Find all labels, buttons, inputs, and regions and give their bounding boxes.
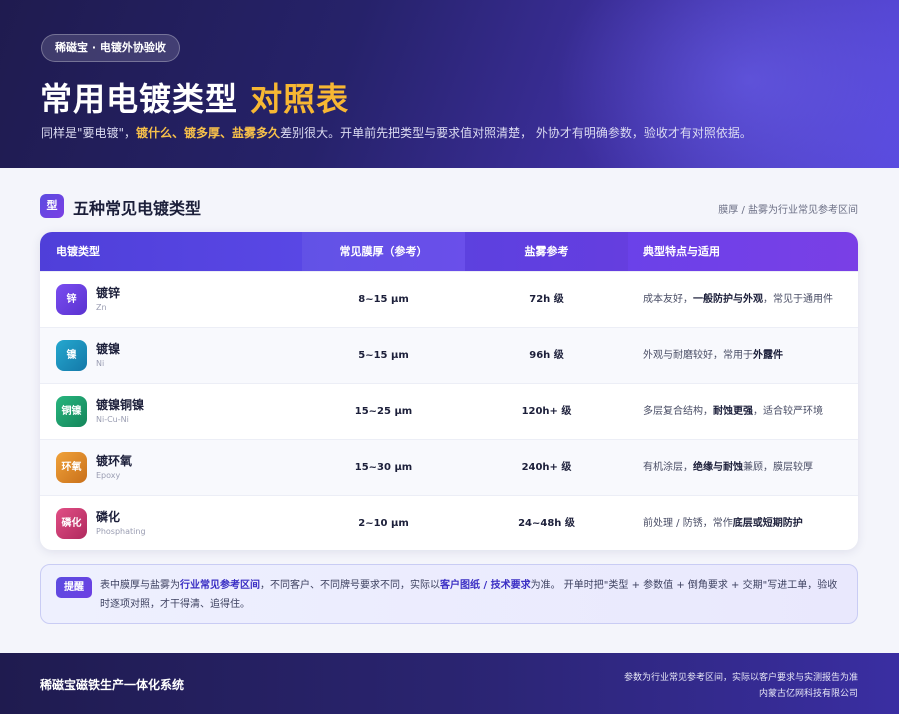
footer-system-name: 稀磁宝磁铁生产一体化系统 [40,678,185,692]
plating-table: 电镀类型 常见膜厚（参考） 盐雾参考 典型特点与适用 锌 镀锌 Zn 8~15 … [40,232,858,550]
thickness-value: 5~15 μm [358,350,409,361]
feature-text: 多层复合结构，耐蚀更强，适合较严环境 [643,406,823,417]
type-name: 镀镍 [96,342,121,356]
page-title: 常用电镀类型 对照表 [40,74,349,120]
table-row: 锌 镀锌 Zn 8~15 μm 72h 级 成本友好，一般防护与外观，常见于通用… [40,271,858,327]
type-name: 镀环氧 [96,454,133,468]
hero-glow [539,0,899,168]
type-badge: 铜镍 [56,396,87,427]
header-type: 电镀类型 [56,245,100,258]
header-features: 典型特点与适用 [643,245,720,258]
feature-text: 前处理 / 防锈，常作底层或短期防护 [643,518,803,529]
type-name: 磷化 [96,510,121,524]
thickness-value: 2~10 μm [358,518,409,529]
salt-spray-value: 24~48h 级 [518,518,575,529]
feature-text: 成本友好，一般防护与外观，常见于通用件 [643,294,833,305]
thickness-value: 15~30 μm [354,462,413,473]
footer: 稀磁宝磁铁生产一体化系统 参数为行业常见参考区间，实际以客户要求与实测报告为准 … [0,653,899,714]
thickness-value: 8~15 μm [358,294,409,305]
header-thickness: 常见膜厚（参考） [339,245,428,258]
subtitle-part-1: 同样是"要电镀"， [41,126,137,140]
type-code: Ni-Cu-Ni [96,415,129,424]
table-row: 铜镍 镀镍铜镍 Ni-Cu-Ni 15~25 μm 120h+ 级 多层复合结构… [40,383,858,439]
module-pill: 稀磁宝 · 电镀外协验收 [41,34,180,62]
page-title-accent: 对照表 [250,80,350,118]
salt-spray-value: 120h+ 级 [521,406,572,417]
header-salt-spray: 盐雾参考 [524,245,569,258]
type-badge: 锌 [56,284,87,315]
thickness-value: 15~25 μm [354,406,413,417]
table-header: 电镀类型 常见膜厚（参考） 盐雾参考 典型特点与适用 [40,232,858,271]
table-row: 镍 镀镍 Ni 5~15 μm 96h 级 外观与耐磨较好，常用于外露件 [40,327,858,383]
type-code: Phosphating [96,527,146,536]
type-badge: 环氧 [56,452,87,483]
section-note: 膜厚 / 盐雾为行业常见参考区间 [718,205,858,216]
notice-text: 表中膜厚与盐雾为行业常见参考区间，不同客户、不同牌号要求不同，实际以客户图纸 /… [100,580,838,610]
table-row: 环氧 镀环氧 Epoxy 15~30 μm 240h+ 级 有机涂层，绝缘与耐蚀… [40,439,858,495]
subtitle-part-2: 差别很大。开单前先把类型与要求值对照清楚， 外协才有明确参数，验收才有对照依据。 [280,126,752,140]
footer-disclaimer: 参数为行业常见参考区间，实际以客户要求与实测报告为准 [623,673,858,683]
subtitle-highlight: 镀什么、镀多厚、盐雾多久 [136,126,281,140]
type-code: Ni [96,359,105,368]
salt-spray-value: 72h 级 [529,294,564,305]
page-title-main: 常用电镀类型 [40,80,239,118]
footer-company: 内蒙古亿网科技有限公司 [758,689,858,699]
feature-text: 有机涂层，绝缘与耐蚀兼顾，膜层较厚 [643,462,813,473]
salt-spray-value: 240h+ 级 [521,462,572,473]
hero-banner: 稀磁宝 · 电镀外协验收 常用电镀类型 对照表 同样是"要电镀"，镀什么、镀多厚… [0,0,899,168]
table-row: 磷化 磷化 Phosphating 2~10 μm 24~48h 级 前处理 /… [40,495,858,550]
type-badge: 磷化 [56,508,87,539]
salt-spray-value: 96h 级 [529,350,564,361]
section-badge: 型 [40,194,64,218]
type-name: 镀镍铜镍 [96,398,145,412]
type-code: Zn [96,303,107,312]
type-badge: 镍 [56,340,87,371]
type-code: Epoxy [96,471,121,480]
type-name: 镀锌 [96,286,121,300]
page-subtitle: 同样是"要电镀"，镀什么、镀多厚、盐雾多久差别很大。开单前先把类型与要求值对照清… [41,124,752,141]
notice-tag: 提醒 [56,577,92,598]
notice-box: 提醒 表中膜厚与盐雾为行业常见参考区间，不同客户、不同牌号要求不同，实际以客户图… [40,564,858,624]
section-title: 五种常见电镀类型 [73,199,202,218]
feature-text: 外观与耐磨较好，常用于外露件 [643,350,783,361]
